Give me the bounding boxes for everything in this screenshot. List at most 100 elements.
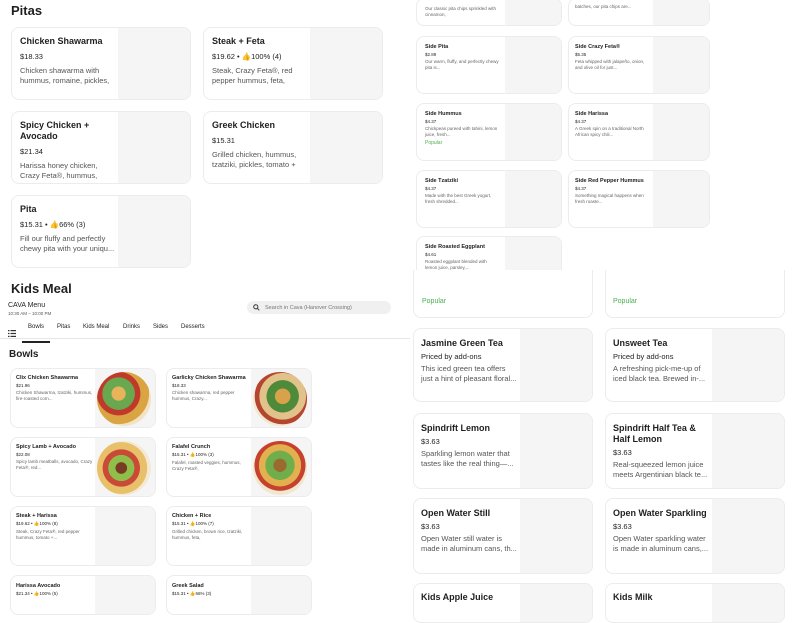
item-price: $18.33 xyxy=(172,383,186,388)
drink-item-spindrift-lemon[interactable]: Spindrift Lemon $3.63 Sparkling lemon wa… xyxy=(413,413,593,489)
item-description: Chicken Shawarma, tzatziki, hummus, fire… xyxy=(16,390,93,401)
bowl-image xyxy=(253,372,307,426)
item-image xyxy=(653,104,709,160)
item-rating: 100% (8) xyxy=(39,521,58,526)
menu-list-icon[interactable] xyxy=(8,324,16,337)
side-item-harissa[interactable]: Side Harissa $4.37 A Greek spin on a tra… xyxy=(568,103,710,161)
bowl-item-steak-harissa[interactable]: Steak + Harissa $19.62 • 👍100% (8) Steak… xyxy=(10,506,156,566)
bowl-item-spicy-lamb-avocado[interactable]: Spicy Lamb + Avocado $22.08 Spicy lamb m… xyxy=(10,437,156,497)
item-title: Greek Chicken xyxy=(212,120,276,130)
item-title: Side Crazy Feta® xyxy=(575,44,621,50)
item-image xyxy=(520,414,592,488)
bowl-item-clix-chicken-shawarma[interactable]: Clix Chicken Shawarma $21.96 Chicken Sha… xyxy=(10,368,156,428)
item-description: Fill our fluffy and perfectly chewy pita… xyxy=(20,234,115,253)
menu-item-chicken-shawarma[interactable]: Chicken Shawarma $18.33 Chicken shawarma… xyxy=(11,27,191,100)
search-input[interactable] xyxy=(265,302,387,313)
item-image xyxy=(251,507,311,565)
tab-sides[interactable]: Sides xyxy=(153,324,168,330)
item-price: Priced by add-ons xyxy=(421,352,482,361)
item-price: $21.34 • xyxy=(16,591,34,596)
drink-item-fragment-left[interactable]: Popular xyxy=(413,270,593,318)
item-image xyxy=(712,414,784,488)
drink-item-kids-milk[interactable]: Kids Milk xyxy=(605,583,785,623)
drink-item-jasmine-green-tea[interactable]: Jasmine Green Tea Priced by add-ons This… xyxy=(413,328,593,402)
item-title: Steak + Feta xyxy=(212,36,265,46)
tab-kids-meal[interactable]: Kids Meal xyxy=(83,324,109,330)
item-description: Sparkling lemon water that tastes like t… xyxy=(421,449,514,468)
bowl-item-falafel-crunch[interactable]: Falafel Crunch $15.31 • 👍100% (3) Falafe… xyxy=(166,437,312,497)
drink-item-kids-apple-juice[interactable]: Kids Apple Juice xyxy=(413,583,593,623)
item-price-rating: $21.34 • 👍100% (5) xyxy=(16,591,96,597)
popular-badge: Popular xyxy=(422,298,447,305)
kids-meal-heading: Kids Meal xyxy=(11,281,72,296)
bowl-image xyxy=(97,372,151,426)
item-description: Feta whipped with jalapeño, onion, and o… xyxy=(575,59,645,70)
item-image xyxy=(505,37,561,93)
item-title: Open Water Sparkling xyxy=(613,508,707,518)
drink-item-open-water-sparkling[interactable]: Open Water Sparkling $3.63 Open Water sp… xyxy=(605,498,785,574)
store-hours: 10:30 AM – 10:00 PM xyxy=(8,311,52,316)
item-title: Greek Salad xyxy=(172,583,204,589)
item-title: Kids Milk xyxy=(613,592,653,602)
item-title: Chicken + Rice xyxy=(172,513,212,519)
side-item-crazy-feta[interactable]: Side Crazy Feta® $5.35 Feta whipped with… xyxy=(568,36,710,94)
drink-item-unsweet-tea[interactable]: Unsweet Tea Priced by add-ons A refreshi… xyxy=(605,328,785,402)
item-image xyxy=(95,507,155,565)
item-price: $2.89 xyxy=(425,52,437,57)
item-description: Open Water sparkling water is made in al… xyxy=(613,534,709,553)
thumbs-up-icon: 👍 xyxy=(241,52,252,61)
menu-item-spicy-chicken-avocado[interactable]: Spicy Chicken + Avocado $21.34 Harissa h… xyxy=(11,111,191,184)
menu-item-greek-chicken[interactable]: Greek Chicken $15.31 Grilled chicken, hu… xyxy=(203,111,383,184)
item-description: Steak, Crazy Feta®, red pepper hummus, t… xyxy=(16,529,80,540)
item-price-rating: $15.31 • 👍66% (3) xyxy=(172,591,252,597)
menu-item-steak-feta[interactable]: Steak + Feta $19.62 • 👍100% (4) Steak, C… xyxy=(203,27,383,100)
item-price-rating: $19.62 • 👍100% (8) xyxy=(16,521,96,527)
item-image xyxy=(505,0,561,25)
side-item-pita-chips-cinnamon[interactable]: Our classic pita chips sprinkled with ci… xyxy=(416,0,562,26)
tab-desserts[interactable]: Desserts xyxy=(181,324,205,330)
drink-item-fragment-right[interactable]: Popular xyxy=(605,270,785,318)
item-price: $21.34 xyxy=(20,147,43,156)
item-rating: 100% (3) xyxy=(195,452,214,457)
popular-badge: Popular xyxy=(425,140,443,146)
item-description: Chickpeas pureed with tahini, lemon juic… xyxy=(425,126,498,137)
item-price: $4.37 xyxy=(425,186,437,191)
item-title: Side Hummus xyxy=(425,111,462,117)
item-description: Real-squeezed lemon juice meets Argentin… xyxy=(613,460,708,479)
tab-bowls[interactable]: Bowls xyxy=(22,324,50,343)
item-title: Side Red Pepper Hummus xyxy=(575,178,644,184)
item-price-rating: $15.31 • 👍100% (3) xyxy=(172,452,252,458)
item-image xyxy=(505,104,561,160)
search-bar[interactable] xyxy=(247,301,391,314)
tab-pitas[interactable]: Pitas xyxy=(57,324,70,330)
item-image xyxy=(712,329,784,401)
item-price: $3.63 xyxy=(613,448,632,457)
side-item-red-pepper-hummus[interactable]: Side Red Pepper Hummus $4.37 Something m… xyxy=(568,170,710,228)
bowl-item-greek-salad[interactable]: Greek Salad $15.31 • 👍66% (3) xyxy=(166,575,312,615)
side-item-pita-chips[interactable]: batches, our pita chips are... xyxy=(568,0,710,26)
drink-item-open-water-still[interactable]: Open Water Still $3.63 Open Water still … xyxy=(413,498,593,574)
item-price: $3.63 xyxy=(421,437,440,446)
item-description: batches, our pita chips are... xyxy=(575,4,632,9)
item-image xyxy=(520,499,592,573)
item-rating: 100% (4) xyxy=(251,52,282,61)
bowl-item-chicken-rice[interactable]: Chicken + Rice $15.31 • 👍100% (7) Grille… xyxy=(166,506,312,566)
bowl-item-harissa-avocado[interactable]: Harissa Avocado $21.34 • 👍100% (5) xyxy=(10,575,156,615)
tab-drinks[interactable]: Drinks xyxy=(123,324,140,330)
side-item-pita[interactable]: Side Pita $2.89 Our warm, fluffy, and pe… xyxy=(416,36,562,94)
item-description: A refreshing pick-me-up of iced black te… xyxy=(613,364,706,383)
side-item-hummus[interactable]: Side Hummus $4.37 Chickpeas pureed with … xyxy=(416,103,562,161)
menu-item-pita[interactable]: Pita $15.31 • 👍66% (3) Fill our fluffy a… xyxy=(11,195,191,268)
bowl-item-garlicky-chicken-shawarma[interactable]: Garlicky Chicken Shawarma $18.33 Chicken… xyxy=(166,368,312,428)
item-price: $3.63 xyxy=(421,522,440,531)
item-title: Spindrift Half Tea & Half Lemon xyxy=(613,423,696,444)
item-description: Our warm, fluffy, and perfectly chewy pi… xyxy=(425,59,499,70)
item-price: $15.31 • xyxy=(20,220,50,229)
item-image xyxy=(712,584,784,622)
item-description: Chicken shawarma with hummus, romaine, p… xyxy=(20,66,110,85)
item-price: $4.37 xyxy=(575,119,587,124)
side-item-tzatziki[interactable]: Side Tzatziki $4.37 Made with the best G… xyxy=(416,170,562,228)
item-image xyxy=(310,112,382,183)
item-title: Clix Chicken Shawarma xyxy=(16,375,79,381)
drink-item-spindrift-half-tea-half-lemon[interactable]: Spindrift Half Tea & Half Lemon $3.63 Re… xyxy=(605,413,785,489)
